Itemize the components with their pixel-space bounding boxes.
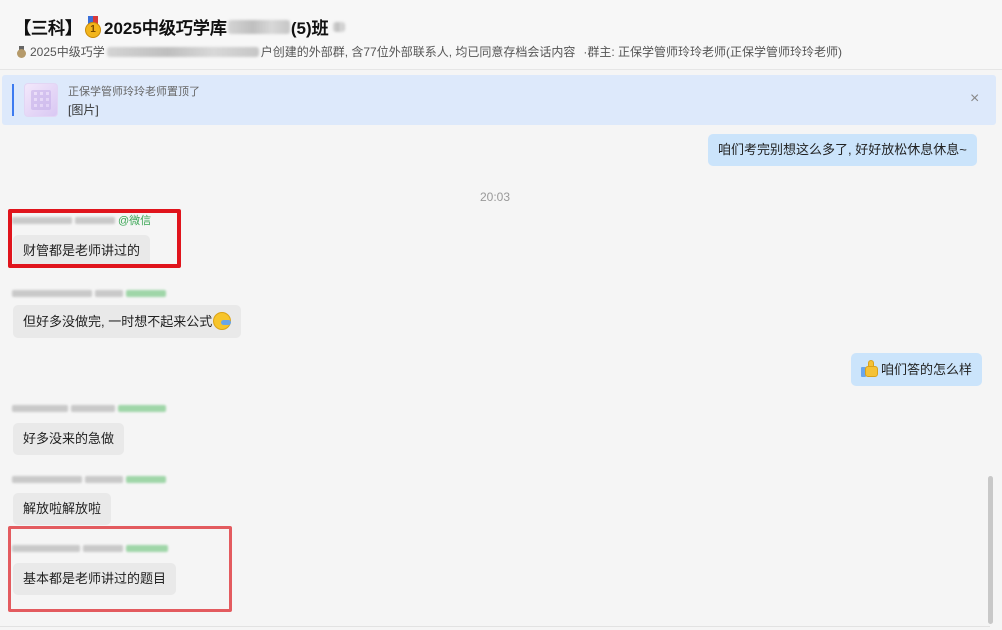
title-prefix: 【三科】 [14,19,82,38]
message-text: 但好多没做完, 一时想不起来公式 [23,314,213,329]
pinned-accent-bar [12,84,14,116]
message-bubble-incoming[interactable]: 但好多没做完, 一时想不起来公式 [13,305,242,338]
redacted-title-end [332,21,345,32]
sender-name-redacted [12,474,166,484]
scrollbar-thumb[interactable] [988,476,993,624]
group-owner: ·群主: 正保学管师玲玲老师(正保学管师玲玲老师) [583,45,843,59]
pinned-message-banner[interactable]: 正保学管师玲玲老师置顶了 [图片] × [2,75,996,125]
close-icon[interactable]: × [970,91,979,107]
timestamp: 20:03 [480,190,511,204]
title-year: 2025中级巧学库 [104,19,227,38]
composer-divider [0,626,990,627]
message-bubble-incoming[interactable]: 解放啦解放啦 [13,493,112,525]
chat-header: 【三科】 1 2025中级巧学库 (5)班 2025中级巧学 户创建的外部群, … [0,0,1002,70]
redacted-subtitle [106,46,259,57]
gold-medal-icon: 1 [84,15,102,38]
highlight-box [8,526,232,612]
message-bubble-incoming[interactable]: 好多没来的急做 [13,423,125,455]
group-title: 【三科】 1 2025中级巧学库 (5)班 [14,14,345,39]
sweat-smile-emoji-icon [213,312,232,330]
pinned-content: [图片] [68,103,99,117]
subtitle-lead: 2025中级巧学 [30,45,105,59]
highlight-box [8,209,181,268]
subtitle-middle: 户创建的外部群, 含77位外部联系人, 均已同意存档会话内容 [260,45,576,59]
pinned-image-thumbnail[interactable] [24,83,58,117]
message-text: 咱们答的怎么样 [881,362,973,377]
message-bubble-outgoing[interactable]: 咱们考完别想这么多了, 好好放松休息休息~ [708,134,977,166]
sender-name-redacted [12,403,166,413]
thumbs-up-emoji-icon [861,360,879,378]
sender-name-redacted [12,288,166,298]
title-suffix: (5)班 [290,19,329,38]
redacted-title-segment [227,19,290,34]
group-subtitle: 2025中级巧学 户创建的外部群, 含77位外部联系人, 均已同意存档会话内容 … [16,43,842,60]
pinned-by-text: 正保学管师玲玲老师置顶了 [68,86,200,98]
message-bubble-outgoing[interactable]: 咱们答的怎么样 [851,353,983,386]
bronze-medal-icon [16,45,26,58]
